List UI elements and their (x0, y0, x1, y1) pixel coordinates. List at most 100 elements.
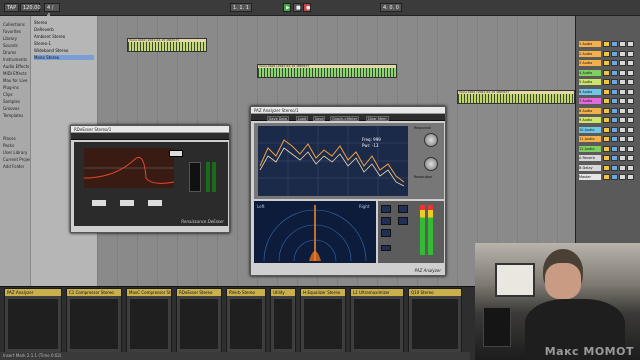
activator-button[interactable] (603, 69, 610, 76)
audio-clip[interactable]: Voice 0001 [2021-02-15 180317] (457, 90, 575, 104)
device-title[interactable]: RDeEsser Stereo (177, 289, 221, 296)
volume-field[interactable] (627, 60, 634, 66)
device-title[interactable]: Q10 Stereo (409, 289, 461, 296)
solo-button[interactable] (611, 41, 618, 47)
device-title[interactable]: H-Equalizer Stereo (301, 289, 345, 296)
arm-button[interactable] (619, 88, 626, 95)
browser-category[interactable]: Templates (3, 113, 23, 118)
volume-field[interactable] (627, 50, 634, 57)
stop-icon[interactable]: ■ (293, 3, 301, 12)
track-header[interactable]: Master (577, 173, 640, 181)
activator-button[interactable] (603, 174, 610, 180)
browser-category[interactable]: Library (3, 36, 17, 41)
browser-category[interactable]: Drums (3, 50, 16, 55)
track-name[interactable]: 12 Audio (579, 145, 601, 152)
device-title[interactable]: PAZ Analyzer (5, 289, 61, 296)
browser-category[interactable]: Sounds (3, 43, 18, 48)
solo-button[interactable] (611, 50, 618, 57)
track-header[interactable]: B Delay (577, 164, 640, 172)
solo-button[interactable] (611, 136, 618, 142)
solo-button[interactable] (611, 126, 618, 133)
browser-category[interactable]: Plug-ins (3, 85, 19, 90)
activator-button[interactable] (603, 50, 610, 57)
track-header[interactable]: 5 Audio (577, 78, 640, 86)
activator-button[interactable] (603, 155, 610, 161)
browser-place[interactable]: Places (3, 136, 16, 141)
paz-peak-button[interactable] (381, 245, 391, 251)
track-header[interactable]: 8 Audio (577, 107, 640, 115)
track-name[interactable]: 10 Audio (579, 126, 601, 133)
track-header[interactable]: 6 Audio (577, 88, 640, 96)
arm-button[interactable] (619, 126, 626, 133)
volume-field[interactable] (627, 107, 634, 114)
paz-mode-button-1[interactable] (381, 205, 391, 213)
solo-button[interactable] (611, 117, 618, 123)
track-name[interactable]: A Reverb (579, 155, 601, 161)
track-name[interactable]: 7 Audio (579, 98, 601, 104)
track-header[interactable]: 11 Audio (577, 135, 640, 143)
track-name[interactable]: Master (579, 174, 601, 180)
track-name[interactable]: 1 Audio (579, 41, 601, 47)
track-name[interactable]: 11 Audio (579, 136, 601, 142)
track-header[interactable]: 4 Audio (577, 69, 640, 77)
arm-button[interactable] (619, 69, 626, 76)
volume-field[interactable] (627, 145, 634, 152)
track-header[interactable]: 10 Audio (577, 126, 640, 134)
device-title[interactable]: RVerb Stereo (227, 289, 265, 296)
solo-button[interactable] (611, 164, 618, 171)
solo-button[interactable] (611, 60, 618, 66)
activator-button[interactable] (603, 107, 610, 114)
track-name[interactable]: 3 Audio (579, 60, 601, 66)
track-header[interactable]: A Reverb (577, 154, 640, 162)
browser-category[interactable]: Max for Live (3, 78, 27, 83)
volume-field[interactable] (627, 41, 634, 47)
device-title[interactable]: Utility (271, 289, 295, 296)
audio-clip[interactable]: Voice 0001 [2021-02-15 180317] (127, 38, 207, 52)
arm-button[interactable] (619, 50, 626, 57)
browser-place[interactable]: Packs (3, 143, 14, 148)
arm-button[interactable] (619, 136, 626, 142)
track-name[interactable]: 5 Audio (579, 79, 601, 85)
device-panel[interactable]: RDeEsser Stereo (176, 288, 222, 354)
volume-field[interactable] (627, 126, 634, 133)
device-panel[interactable]: C1 Compressor Stereo (66, 288, 122, 354)
volume-field[interactable] (627, 69, 634, 76)
arm-button[interactable] (619, 174, 626, 180)
browser-list-item[interactable]: Mono Stereo (34, 55, 94, 60)
solo-button[interactable] (611, 107, 618, 114)
solo-button[interactable] (611, 174, 618, 180)
threshold-slider[interactable] (189, 162, 201, 192)
volume-field[interactable] (627, 79, 634, 85)
paz-menu-button[interactable]: Load (295, 116, 309, 121)
response-knob[interactable] (424, 133, 438, 147)
solo-button[interactable] (611, 98, 618, 104)
range-value[interactable] (169, 150, 183, 157)
device-panel[interactable]: RVerb Stereo (226, 288, 266, 354)
track-header[interactable]: 7 Audio (577, 97, 640, 105)
track-header[interactable]: 1 Audio (577, 40, 640, 48)
solo-button[interactable] (611, 155, 618, 161)
device-title[interactable]: L1 Ultramaximizer (351, 289, 403, 296)
activator-button[interactable] (603, 98, 610, 104)
solo-button[interactable] (611, 79, 618, 85)
browser-category[interactable]: Instruments (3, 57, 27, 62)
browser-place[interactable]: Current Project (3, 157, 33, 162)
loop-length[interactable]: 4. 0. 0 (380, 3, 402, 12)
arm-button[interactable] (619, 60, 626, 66)
activator-button[interactable] (603, 79, 610, 85)
browser-list-item[interactable]: DeReverb (34, 27, 54, 32)
browser-category[interactable]: Samples (3, 99, 20, 104)
deesser-window[interactable]: RDeEsser Stereo/1 Renaissance DeEsser (70, 125, 230, 233)
volume-field[interactable] (627, 98, 634, 104)
browser-place[interactable]: Add Folder (3, 164, 24, 169)
range-knob[interactable] (424, 157, 438, 171)
browser-list-item[interactable]: Ambient Stereo (34, 34, 65, 39)
paz-mode-button-3[interactable] (381, 229, 391, 237)
browser-category[interactable]: Audio Effects (3, 64, 29, 69)
tempo-field[interactable]: 120.00 (20, 3, 41, 12)
device-panel[interactable]: Q10 Stereo (408, 288, 462, 354)
track-name[interactable]: 8 Audio (579, 107, 601, 114)
play-icon[interactable]: ▶ (283, 3, 291, 12)
paz-mode-button-2[interactable] (381, 217, 391, 225)
browser-category[interactable]: MIDI Effects (3, 71, 27, 76)
